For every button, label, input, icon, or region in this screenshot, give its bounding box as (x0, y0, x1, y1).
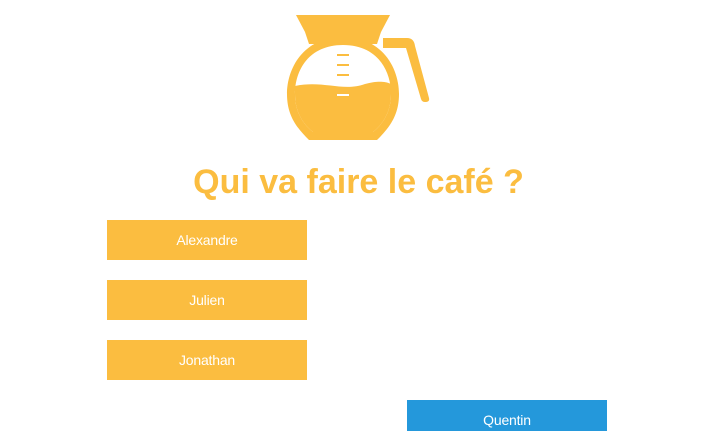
person-button-quentin[interactable]: Quentin (407, 400, 607, 431)
person-button-jonathan[interactable]: Jonathan (107, 340, 307, 380)
person-button-alexandre[interactable]: Alexandre (107, 220, 307, 260)
coffee-pot-icon (287, 15, 430, 140)
app-page: Qui va faire le café ? Alexandre Julien … (0, 0, 717, 431)
page-title: Qui va faire le café ? (193, 163, 524, 201)
person-button-julien[interactable]: Julien (107, 280, 307, 320)
